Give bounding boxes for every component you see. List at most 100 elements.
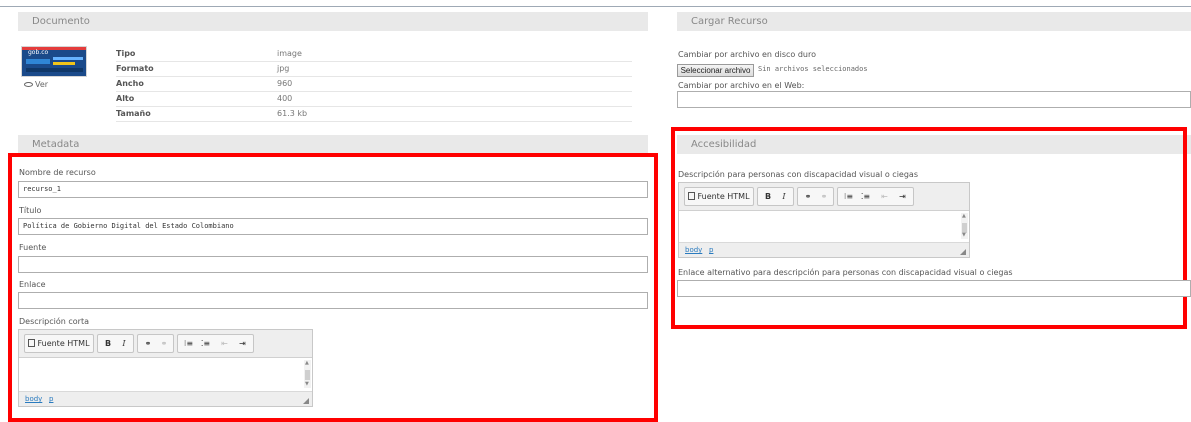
source-html-button[interactable]: Fuente HTML	[27, 336, 91, 351]
documento-header-label: Documento	[32, 16, 90, 27]
editor-footer: body p	[679, 242, 969, 257]
enlace-input[interactable]	[18, 292, 648, 309]
link-button[interactable]: ⚭	[801, 189, 815, 204]
bulleted-list-button[interactable]: ⁚≡	[858, 189, 873, 204]
bulleted-list-icon: ⁚≡	[200, 339, 211, 348]
info-row-tamano: Tamaño 61.3 kb	[116, 107, 632, 122]
info-value: 61.3 kb	[277, 109, 308, 118]
indent-icon: ⇥	[239, 339, 246, 348]
source-html-label: Fuente HTML	[697, 192, 750, 201]
info-key: Ancho	[116, 79, 144, 88]
indent-button[interactable]: ⇥	[895, 189, 910, 204]
editor-scrollbar[interactable]: ▲ ▼	[304, 360, 311, 388]
path-p-link[interactable]: p	[49, 395, 53, 403]
nombre-recurso-input[interactable]: recurso_1	[18, 181, 648, 198]
outdent-icon: ⇤	[221, 339, 228, 348]
scroll-thumb[interactable]	[305, 370, 310, 380]
nombre-recurso-label: Nombre de recurso	[19, 168, 96, 177]
link-icon: ⚭	[804, 192, 812, 201]
editor-footer: body p	[19, 391, 312, 406]
info-row-tipo: Tipo image	[116, 47, 632, 62]
numbered-list-button[interactable]: ⁝≡	[181, 336, 196, 351]
eye-icon	[24, 82, 33, 87]
path-body-link[interactable]: body	[25, 395, 42, 403]
link-group: ⚭ ⚭	[797, 187, 834, 206]
link-icon: ⚭	[144, 339, 152, 348]
numbered-list-icon: ⁝≡	[843, 192, 854, 201]
link-group: ⚭ ⚭	[137, 334, 174, 353]
scroll-down-icon[interactable]: ▼	[305, 382, 309, 387]
info-row-ancho: Ancho 960	[116, 77, 632, 92]
source-html-label: Fuente HTML	[37, 339, 90, 348]
bold-button[interactable]: B	[761, 189, 775, 204]
editor-toolbar: Fuente HTML B I ⚭ ⚭ ⁝≡ ⁚≡ ⇤ ⇥	[19, 330, 312, 358]
enlace-alternativo-label: Enlace alternativo para descripción para…	[678, 268, 1013, 277]
enlace-alternativo-input[interactable]	[677, 280, 1191, 297]
list-group: ⁝≡ ⁚≡ ⇤ ⇥	[177, 334, 254, 353]
indent-button[interactable]: ⇥	[235, 336, 250, 351]
editor-content-area[interactable]	[19, 358, 312, 391]
descripcion-corta-editor[interactable]: Fuente HTML B I ⚭ ⚭ ⁝≡ ⁚≡ ⇤ ⇥ ▲ ▼ body p	[18, 329, 313, 407]
titulo-label: Título	[19, 206, 42, 215]
unlink-icon: ⚭	[160, 339, 168, 348]
bold-button[interactable]: B	[101, 336, 115, 351]
indent-icon: ⇥	[899, 192, 906, 201]
path-p-link[interactable]: p	[709, 246, 713, 254]
fuente-input[interactable]	[18, 256, 648, 273]
top-divider	[0, 6, 1191, 7]
info-row-alto: Alto 400	[116, 92, 632, 107]
fuente-label: Fuente	[19, 243, 47, 252]
ver-link[interactable]: Ver	[24, 80, 48, 89]
file-status-text: Sin archivos seleccionados	[758, 65, 868, 73]
titulo-input[interactable]: Política de Gobierno Digital del Estado …	[18, 218, 648, 235]
italic-button[interactable]: I	[777, 189, 791, 204]
web-url-input[interactable]	[677, 91, 1191, 108]
outdent-button[interactable]: ⇤	[217, 336, 232, 351]
descripcion-corta-label: Descripción corta	[19, 317, 89, 326]
source-icon	[688, 192, 696, 200]
metadata-header: Metadata	[18, 135, 648, 154]
info-key: Tamaño	[116, 109, 151, 118]
info-key: Alto	[116, 94, 135, 103]
scroll-up-icon[interactable]: ▲	[305, 361, 309, 366]
resize-handle-icon[interactable]	[960, 249, 966, 255]
bulleted-list-button[interactable]: ⁚≡	[198, 336, 213, 351]
outdent-icon: ⇤	[881, 192, 888, 201]
bulleted-list-icon: ⁚≡	[860, 192, 871, 201]
path-body-link[interactable]: body	[685, 246, 702, 254]
format-group: B I	[757, 187, 794, 206]
unlink-button[interactable]: ⚭	[157, 336, 171, 351]
info-row-formato: Formato jpg	[116, 62, 632, 77]
cargar-recurso-header: Cargar Recurso	[677, 12, 1191, 31]
web-label: Cambiar por archivo en el Web:	[678, 81, 805, 90]
select-file-button[interactable]: Seleccionar archivo	[677, 64, 754, 77]
info-value: image	[277, 49, 302, 58]
source-group: Fuente HTML	[684, 187, 754, 206]
format-group: B I	[97, 334, 134, 353]
info-value: 960	[277, 79, 293, 88]
descripcion-accesibilidad-label: Descripción para personas con discapacid…	[678, 170, 918, 179]
editor-toolbar: Fuente HTML B I ⚭ ⚭ ⁝≡ ⁚≡ ⇤ ⇥	[679, 183, 969, 211]
document-thumbnail[interactable]: gob.co	[21, 46, 87, 77]
unlink-icon: ⚭	[820, 192, 828, 201]
resize-handle-icon[interactable]	[303, 398, 309, 404]
scroll-down-icon[interactable]: ▼	[962, 233, 966, 238]
documento-header: Documento	[18, 12, 648, 31]
info-value: 400	[277, 94, 293, 103]
info-key: Tipo	[116, 49, 136, 58]
source-icon	[28, 339, 36, 347]
metadata-header-label: Metadata	[32, 139, 80, 150]
scroll-up-icon[interactable]: ▲	[962, 214, 966, 219]
source-html-button[interactable]: Fuente HTML	[687, 189, 751, 204]
editor-scrollbar[interactable]: ▲ ▼	[961, 213, 968, 239]
info-value: jpg	[277, 64, 290, 73]
outdent-button[interactable]: ⇤	[877, 189, 892, 204]
link-button[interactable]: ⚭	[141, 336, 155, 351]
info-key: Formato	[116, 64, 154, 73]
editor-content-area[interactable]	[679, 211, 969, 242]
unlink-button[interactable]: ⚭	[817, 189, 831, 204]
italic-button[interactable]: I	[117, 336, 131, 351]
source-group: Fuente HTML	[24, 334, 94, 353]
numbered-list-button[interactable]: ⁝≡	[841, 189, 856, 204]
descripcion-accesibilidad-editor[interactable]: Fuente HTML B I ⚭ ⚭ ⁝≡ ⁚≡ ⇤ ⇥ ▲ ▼ body p	[678, 182, 970, 258]
